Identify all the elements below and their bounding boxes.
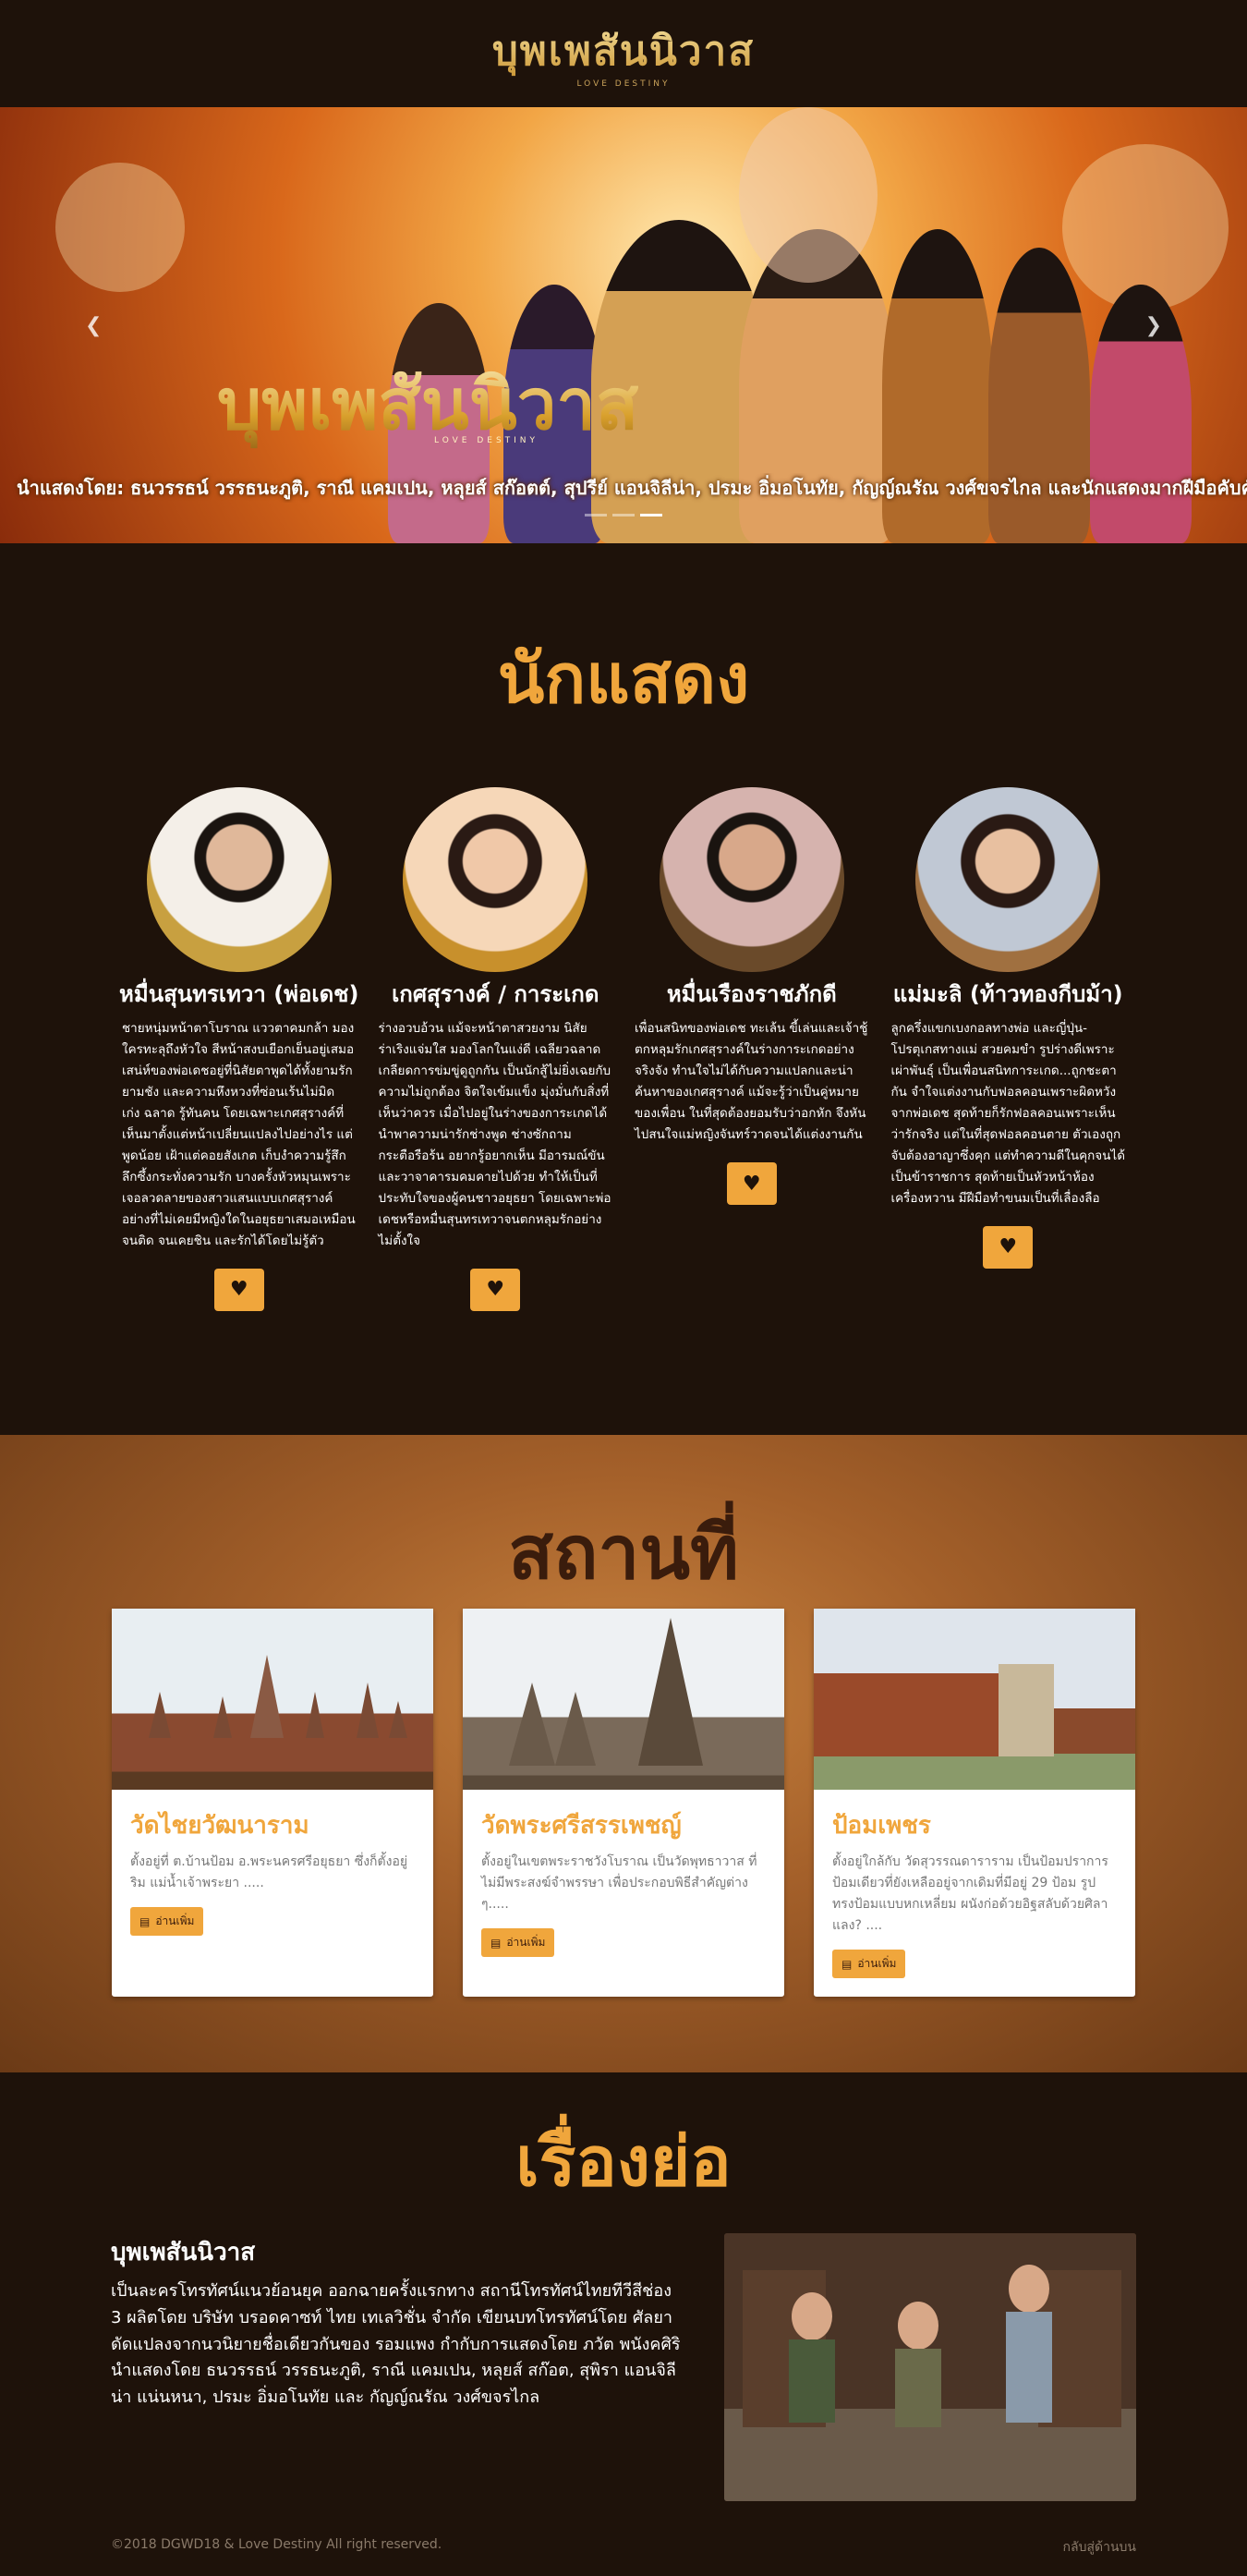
place-grid: วัดไชยวัฒนาราม ตั้งอยู่ที่ ต.บ้านป้อม อ.… <box>0 1609 1247 1998</box>
synopsis-body: เป็นละครโทรทัศน์แนวย้อนยุค ออกฉายครั้งแร… <box>111 2281 681 2408</box>
chevron-right-icon[interactable]: ❯ <box>1145 314 1162 337</box>
synopsis-text: บุพเพสันนิวาส เป็นละครโทรทัศน์แนวย้อนยุค… <box>111 2233 684 2501</box>
place-card: วัดไชยวัฒนาราม ตั้งอยู่ที่ ต.บ้านป้อม อ.… <box>112 1609 433 1998</box>
heart-icon: ♥ <box>742 1172 761 1196</box>
actor-card: เกศสุรางค์ / การะเกด ร่างอวบอ้วน แม้จะหน… <box>368 787 624 1311</box>
read-more-label: อ่านเพิ่ม <box>506 1936 546 1950</box>
avatar <box>403 787 588 972</box>
avatar <box>915 787 1101 972</box>
actors-section: นักแสดง หมื่นสุนทรเทวา (พ่อเดช) ชายหนุ่ม… <box>0 543 1247 1435</box>
like-button[interactable]: ♥ <box>213 1268 264 1311</box>
book-icon: ▤ <box>139 1914 151 1928</box>
carousel-dot[interactable] <box>585 514 607 516</box>
carousel-dot[interactable] <box>612 514 635 516</box>
temple-silhouette <box>509 1618 703 1766</box>
actor-grid: หมื่นสุนทรเทวา (พ่อเดช) ชายหนุ่มหน้าตาโบ… <box>0 787 1247 1311</box>
actor-name: เกศสุรางค์ / การะเกด <box>392 981 599 1007</box>
avatar <box>146 787 332 972</box>
actor-name: หมื่นเรืองราชภักดี <box>666 981 837 1007</box>
like-button[interactable]: ♥ <box>983 1225 1034 1269</box>
place-card: ป้อมเพชร ตั้งอยู่ใกล้กับ วัดสุวรรณดารารา… <box>814 1609 1135 1998</box>
actor-description: ลูกครึ่งแขกเบงกอลทางพ่อ และญี่ปุ่น-โปรตุ… <box>890 1021 1126 1206</box>
actor-card: หมื่นสุนทรเทวา (พ่อเดช) ชายหนุ่มหน้าตาโบ… <box>111 787 368 1311</box>
read-more-button[interactable]: ▤ อ่านเพิ่ม <box>130 1907 204 1937</box>
places-section: สถานที่ วัดไชยวัฒนาราม ตั้งอยู่ที่ ต.บ้า… <box>0 1435 1247 2072</box>
place-image <box>112 1609 433 1790</box>
read-more-button[interactable]: ▤ อ่านเพิ่ม <box>832 1950 906 1979</box>
place-name: วัดไชยวัฒนาราม <box>130 1812 309 1840</box>
bokeh-light <box>55 163 185 292</box>
book-icon: ▤ <box>841 1957 853 1971</box>
place-description: ตั้งอยู่ที่ ต.บ้านป้อม อ.พระนครศรีอยุธยา… <box>130 1854 408 1891</box>
actor-description: ร่างอวบอ้วน แม้จะหน้าตาสวยงาม นิสัยร่าเร… <box>378 1021 611 1248</box>
actor-name: หมื่นสุนทรเทวา (พ่อเดช) <box>119 981 359 1007</box>
place-image <box>463 1609 784 1790</box>
hero-title-subtitle: LOVE DESTINY <box>434 436 539 445</box>
book-icon: ▤ <box>490 1936 502 1950</box>
temple-silhouette <box>149 1655 407 1738</box>
site-footer: ©2018 DGWD18 & Love Destiny All right re… <box>111 2537 1136 2558</box>
actors-title: นักแสดง <box>497 639 750 719</box>
fort-silhouette <box>814 1664 1054 1756</box>
hero-carousel: บุพเพสันนิวาส LOVE DESTINY นำแสดงโดย: ธน… <box>0 107 1247 543</box>
site-logo[interactable]: บุพเพสันนิวาส LOVE DESTINY <box>492 18 755 89</box>
scene-illustration <box>724 2233 1136 2501</box>
actor-card: หมื่นเรืองราชภักดี เพื่อนสนิทของพ่อเดช ท… <box>624 787 880 1311</box>
logo-title: บุพเพสันนิวาส <box>492 18 755 83</box>
heart-icon: ♥ <box>486 1278 505 1302</box>
like-button[interactable]: ♥ <box>726 1162 777 1206</box>
place-description: ตั้งอยู่ใกล้กับ วัดสุวรรณดาราราม เป็นป้อ… <box>832 1854 1108 1934</box>
synopsis-row: บุพเพสันนิวาส เป็นละครโทรทัศน์แนวย้อนยุค… <box>0 2233 1247 2501</box>
place-name: วัดพระศรีสรรเพชญ์ <box>481 1812 682 1840</box>
chevron-left-icon[interactable]: ❮ <box>85 314 102 337</box>
synopsis-heading: บุพเพสันนิวาส <box>111 2239 256 2266</box>
copyright-text: ©2018 DGWD18 & Love Destiny All right re… <box>111 2537 442 2552</box>
synopsis-section: เรื่องย่อ บุพเพสันนิวาส เป็นละครโทรทัศน์… <box>0 2072 1247 2576</box>
carousel-indicators <box>0 514 1247 516</box>
synopsis-title: เรื่องย่อ <box>515 2122 732 2202</box>
cast-figure <box>1090 285 1192 543</box>
read-more-label: อ่านเพิ่ม <box>857 1957 897 1971</box>
like-button[interactable]: ♥ <box>470 1268 521 1311</box>
back-to-top-link[interactable]: กลับสู่ด้านบน <box>1063 2537 1136 2558</box>
places-title: สถานที่ <box>508 1510 739 1596</box>
place-description: ตั้งอยู่ในเขตพระราชวังโบราณ เป็นวัดพุทธา… <box>481 1854 757 1913</box>
place-name: ป้อมเพชร <box>832 1812 931 1840</box>
cast-figure <box>739 107 878 283</box>
heart-icon: ♥ <box>999 1235 1018 1259</box>
place-image <box>814 1609 1135 1790</box>
heart-icon: ♥ <box>229 1278 248 1302</box>
actor-name: แม่มะลิ (ท้าวทองกีบม้า) <box>892 981 1123 1007</box>
avatar <box>659 787 844 972</box>
actor-card: แม่มะลิ (ท้าวทองกีบม้า) ลูกครึ่งแขกเบงกอ… <box>880 787 1137 1311</box>
place-card: วัดพระศรีสรรเพชญ์ ตั้งอยู่ในเขตพระราชวัง… <box>463 1609 784 1998</box>
actor-description: ชายหนุ่มหน้าตาโบราณ แววตาคมกล้า มองใครทะ… <box>122 1021 356 1248</box>
synopsis-image <box>724 2233 1136 2501</box>
hero-cast-line: นำแสดงโดย: ธนวรรธน์ วรรธนะภูติ, ราณี แคม… <box>17 477 1247 499</box>
actor-description: เพื่อนสนิทของพ่อเดช ทะเล้น ขี้เล่นและเจ้… <box>635 1021 868 1143</box>
hero-title: บุพเพสันนิวาส <box>217 349 638 460</box>
read-more-label: อ่านเพิ่ม <box>155 1914 195 1928</box>
site-header: บุพเพสันนิวาส LOVE DESTINY <box>0 0 1247 107</box>
read-more-button[interactable]: ▤ อ่านเพิ่ม <box>481 1928 555 1958</box>
carousel-dot-active[interactable] <box>640 514 662 516</box>
